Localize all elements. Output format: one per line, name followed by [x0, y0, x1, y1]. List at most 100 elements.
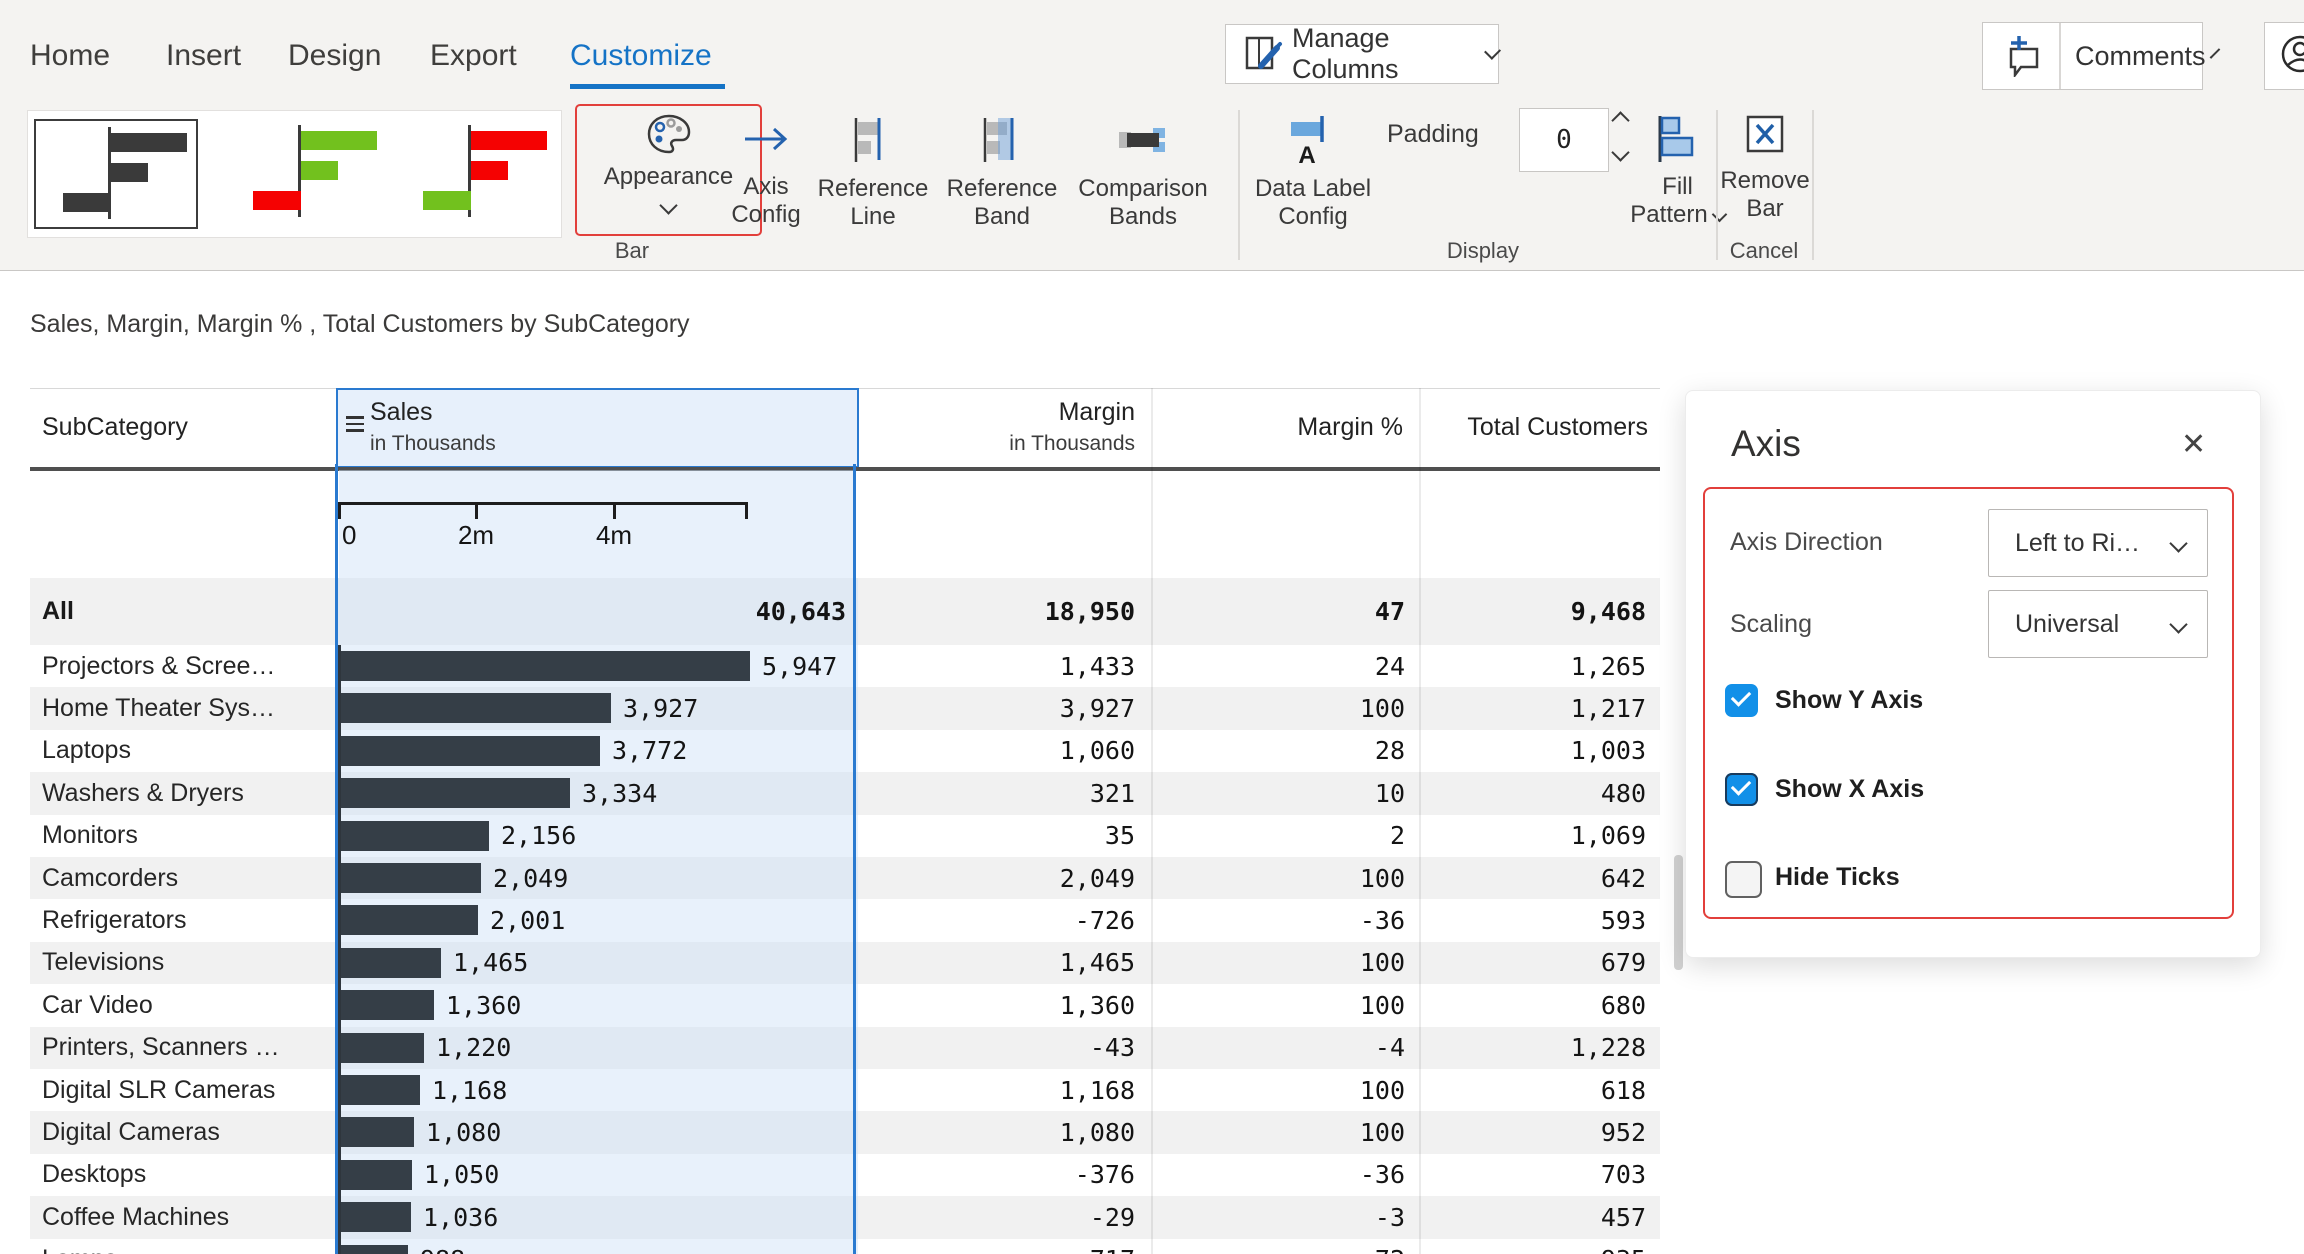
hide-ticks-checkbox[interactable] — [1725, 861, 1762, 898]
axis-direction-dropdown[interactable]: Left to Ri… — [1988, 509, 2208, 577]
margin-value: -726 — [1074, 906, 1135, 936]
table-row[interactable]: Printers, Scanners … 1,220 -43 -4 1,228 — [30, 1026, 1660, 1069]
account-button[interactable] — [2264, 22, 2304, 90]
selection-border-left[interactable] — [335, 464, 338, 1254]
sales-column-tint — [337, 1238, 858, 1254]
padding-stepper-down[interactable] — [1611, 143, 1630, 164]
tab-design[interactable]: Design — [288, 34, 381, 78]
table-row[interactable]: Lamps 988 717 72 935 — [30, 1238, 1660, 1254]
axis-ruler-line — [338, 502, 748, 505]
sales-bar — [340, 905, 478, 936]
sales-value: 1,168 — [432, 1075, 508, 1105]
row-label: Coffee Machines — [42, 1202, 230, 1231]
table-row[interactable]: Digital SLR Cameras 1,168 1,168 100 618 — [30, 1069, 1660, 1112]
tab-export[interactable]: Export — [430, 34, 517, 78]
table-row[interactable]: Televisions 1,465 1,465 100 679 — [30, 941, 1660, 985]
reference-band-button[interactable]: Reference Band — [947, 108, 1057, 231]
row-label: Printers, Scanners … — [42, 1033, 280, 1062]
reference-line-button[interactable]: Reference Line — [818, 108, 928, 231]
table-row[interactable]: Coffee Machines 1,036 -29 -3 457 — [30, 1196, 1660, 1239]
drag-handle-icon[interactable] — [346, 416, 364, 432]
margin-pct-value: 10 — [1374, 778, 1405, 808]
sales-bar — [340, 778, 570, 809]
comparison-bands-icon — [1117, 124, 1169, 161]
table-row[interactable]: Home Theater Sys… 3,927 3,927 100 1,217 — [30, 687, 1660, 730]
style-option-red-green[interactable] — [396, 119, 556, 225]
axis-arrow-icon — [743, 122, 789, 161]
sales-column-tint — [337, 1196, 858, 1239]
row-label: Laptops — [42, 736, 131, 765]
table-row[interactable]: Projectors & Scree… 5,947 1,433 24 1,265 — [30, 645, 1660, 688]
margin-value: 1,168 — [1059, 1075, 1135, 1105]
manage-columns-button[interactable]: Manage Columns — [1225, 23, 1501, 84]
sales-value: 1,036 — [423, 1202, 499, 1232]
table-row[interactable]: Laptops 3,772 1,060 28 1,003 — [30, 729, 1660, 773]
padding-label: Padding — [1387, 120, 1479, 148]
row-label: Car Video — [42, 990, 153, 1019]
table-row[interactable]: Refrigerators 2,001 -726 -36 593 — [30, 899, 1660, 942]
selection-border-right[interactable] — [853, 464, 856, 1254]
row-label: Home Theater Sys… — [42, 694, 275, 723]
remove-bar-button[interactable]: Remove Bar — [1720, 108, 1810, 223]
customers-value: 680 — [1600, 990, 1646, 1020]
sales-column-tint — [337, 1111, 858, 1154]
scaling-label: Scaling — [1730, 610, 1812, 638]
table-row[interactable]: Desktops 1,050 -376 -36 703 — [30, 1153, 1660, 1197]
tab-insert[interactable]: Insert — [166, 34, 241, 78]
row-label: Projectors & Scree… — [42, 651, 276, 680]
manage-columns-icon — [1244, 35, 1284, 78]
row-label: Refrigerators — [42, 906, 187, 935]
customers-value: 618 — [1600, 1075, 1646, 1105]
close-icon[interactable]: ✕ — [2181, 427, 2206, 462]
axis-tick — [475, 502, 478, 519]
sales-bar — [340, 990, 434, 1021]
sales-value: 3,772 — [612, 736, 688, 766]
show-y-axis-checkbox[interactable] — [1725, 684, 1758, 717]
column-header-customers[interactable]: Total Customers — [1419, 388, 1660, 467]
sales-bar — [340, 947, 441, 978]
tab-home[interactable]: Home — [30, 34, 110, 78]
column-header-subcategory[interactable]: SubCategory — [42, 388, 188, 467]
column-header-margin[interactable]: Margin in Thousands — [858, 388, 1151, 467]
show-x-axis-checkbox[interactable] — [1725, 773, 1758, 806]
svg-text:A: A — [1298, 142, 1315, 166]
table-row[interactable]: Car Video 1,360 1,360 100 680 — [30, 984, 1660, 1027]
sales-value: 1,220 — [436, 1033, 512, 1063]
sales-value: 2,001 — [490, 906, 566, 936]
total-margin: 18,950 — [1044, 597, 1135, 626]
comments-button[interactable]: Comments — [1982, 22, 2220, 90]
scaling-dropdown[interactable]: Universal — [1988, 590, 2208, 658]
table-row[interactable]: Digital Cameras 1,080 1,080 100 952 — [30, 1111, 1660, 1154]
margin-pct-value: 100 — [1359, 990, 1405, 1020]
table-row[interactable]: Washers & Dryers 3,334 321 10 480 — [30, 772, 1660, 815]
table-scrollbar[interactable] — [1674, 855, 1683, 970]
margin-pct-value: -36 — [1359, 906, 1405, 936]
margin-pct-value: 2 — [1389, 821, 1405, 851]
style-option-green-red[interactable] — [226, 119, 386, 225]
row-label: Desktops — [42, 1160, 147, 1189]
column-header-margin-pct[interactable]: Margin % — [1151, 388, 1419, 467]
data-label-config-button[interactable]: A Data Label Config — [1243, 108, 1383, 231]
tab-customize[interactable]: Customize — [570, 34, 712, 78]
table-row[interactable]: Monitors 2,156 35 2 1,069 — [30, 814, 1660, 857]
active-tab-underline — [570, 84, 725, 89]
customers-value: 703 — [1600, 1160, 1646, 1190]
padding-input[interactable]: 0 — [1519, 108, 1609, 172]
margin-value: 2,049 — [1059, 863, 1135, 893]
table-total-row[interactable]: All 40,643 18,950 47 9,468 — [30, 578, 1660, 645]
add-comment-icon — [2001, 35, 2043, 82]
margin-value: -29 — [1089, 1202, 1135, 1232]
sales-value: 3,927 — [623, 694, 699, 724]
table-row[interactable]: Camcorders 2,049 2,049 100 642 — [30, 857, 1660, 900]
group-divider — [1238, 110, 1240, 260]
sales-column-tint — [337, 1153, 858, 1197]
sales-value: 988 — [420, 1239, 465, 1254]
fill-pattern-button[interactable]: Fill Pattern — [1630, 108, 1727, 229]
table-rows: Projectors & Scree… 5,947 1,433 24 1,265 Home… — [30, 645, 1660, 1254]
style-option-neutral[interactable] — [34, 119, 198, 229]
padding-stepper-up[interactable] — [1611, 111, 1630, 132]
comparison-bands-button[interactable]: Comparison Bands — [1068, 108, 1218, 231]
column-header-sales[interactable]: Sales in Thousands — [336, 388, 859, 468]
customers-value: 1,217 — [1570, 694, 1646, 724]
axis-config-button[interactable]: Axis Config — [716, 108, 816, 229]
